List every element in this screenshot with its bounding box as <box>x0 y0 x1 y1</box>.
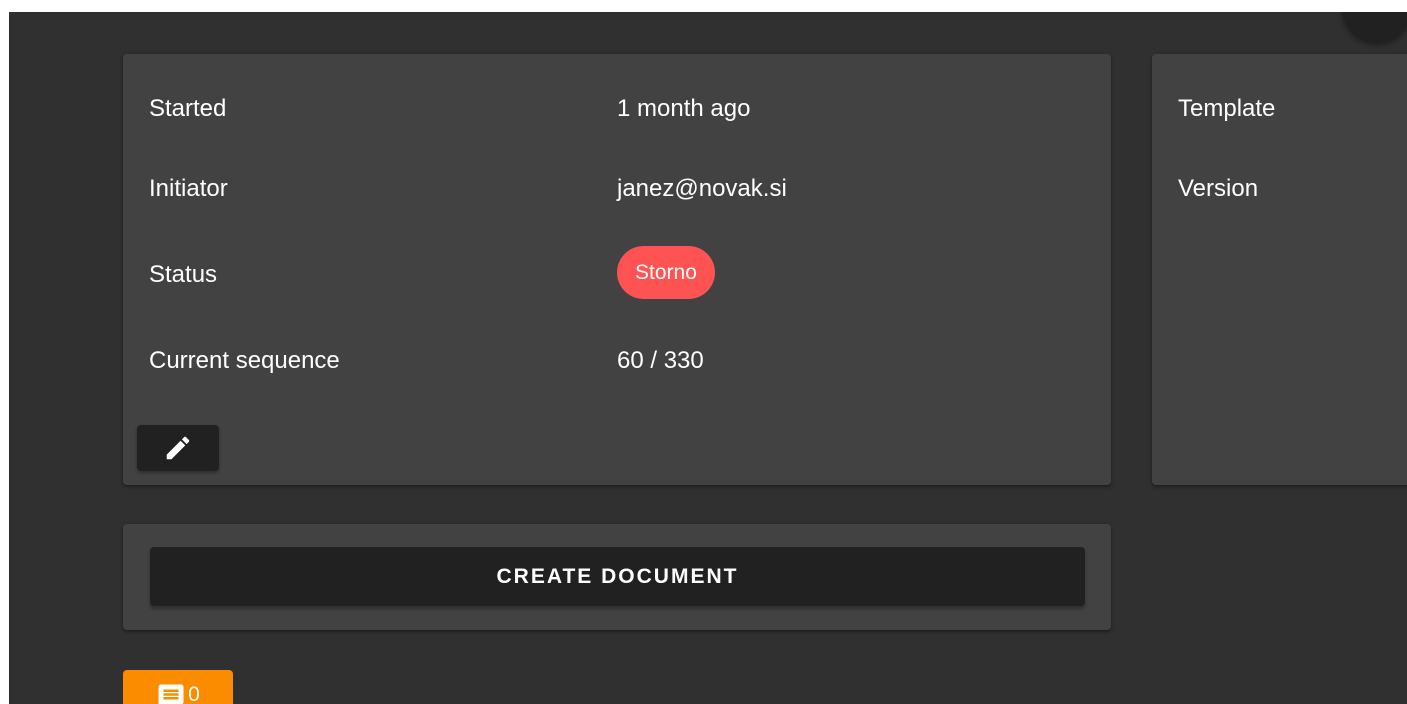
initiator-label: Initiator <box>149 175 228 202</box>
status-label: Status <box>149 261 218 288</box>
corner-action-button[interactable] <box>1342 12 1407 42</box>
comment-icon <box>158 684 184 704</box>
app-background: Started 1 month ago Initiator janez@nova… <box>9 12 1407 704</box>
create-document-button[interactable]: CREATE DOCUMENT <box>150 547 1085 606</box>
started-value: 1 month ago <box>617 95 751 122</box>
version-label: Version <box>1178 175 1259 202</box>
current-sequence-label: Current sequence <box>149 347 340 374</box>
template-info-card: Template Version <box>1152 54 1407 485</box>
initiator-value: janez@novak.si <box>617 175 787 202</box>
actions-card: CREATE DOCUMENT <box>123 524 1111 630</box>
current-sequence-value: 60 / 330 <box>617 347 704 374</box>
started-label: Started <box>149 95 227 122</box>
comments-count: 0 <box>188 683 200 704</box>
edit-button[interactable] <box>137 425 219 471</box>
status-badge: Storno <box>617 246 715 299</box>
template-label: Template <box>1178 95 1276 122</box>
process-info-card: Started 1 month ago Initiator janez@nova… <box>123 54 1111 485</box>
comments-button[interactable]: 0 <box>123 670 233 704</box>
pencil-icon <box>166 436 190 460</box>
